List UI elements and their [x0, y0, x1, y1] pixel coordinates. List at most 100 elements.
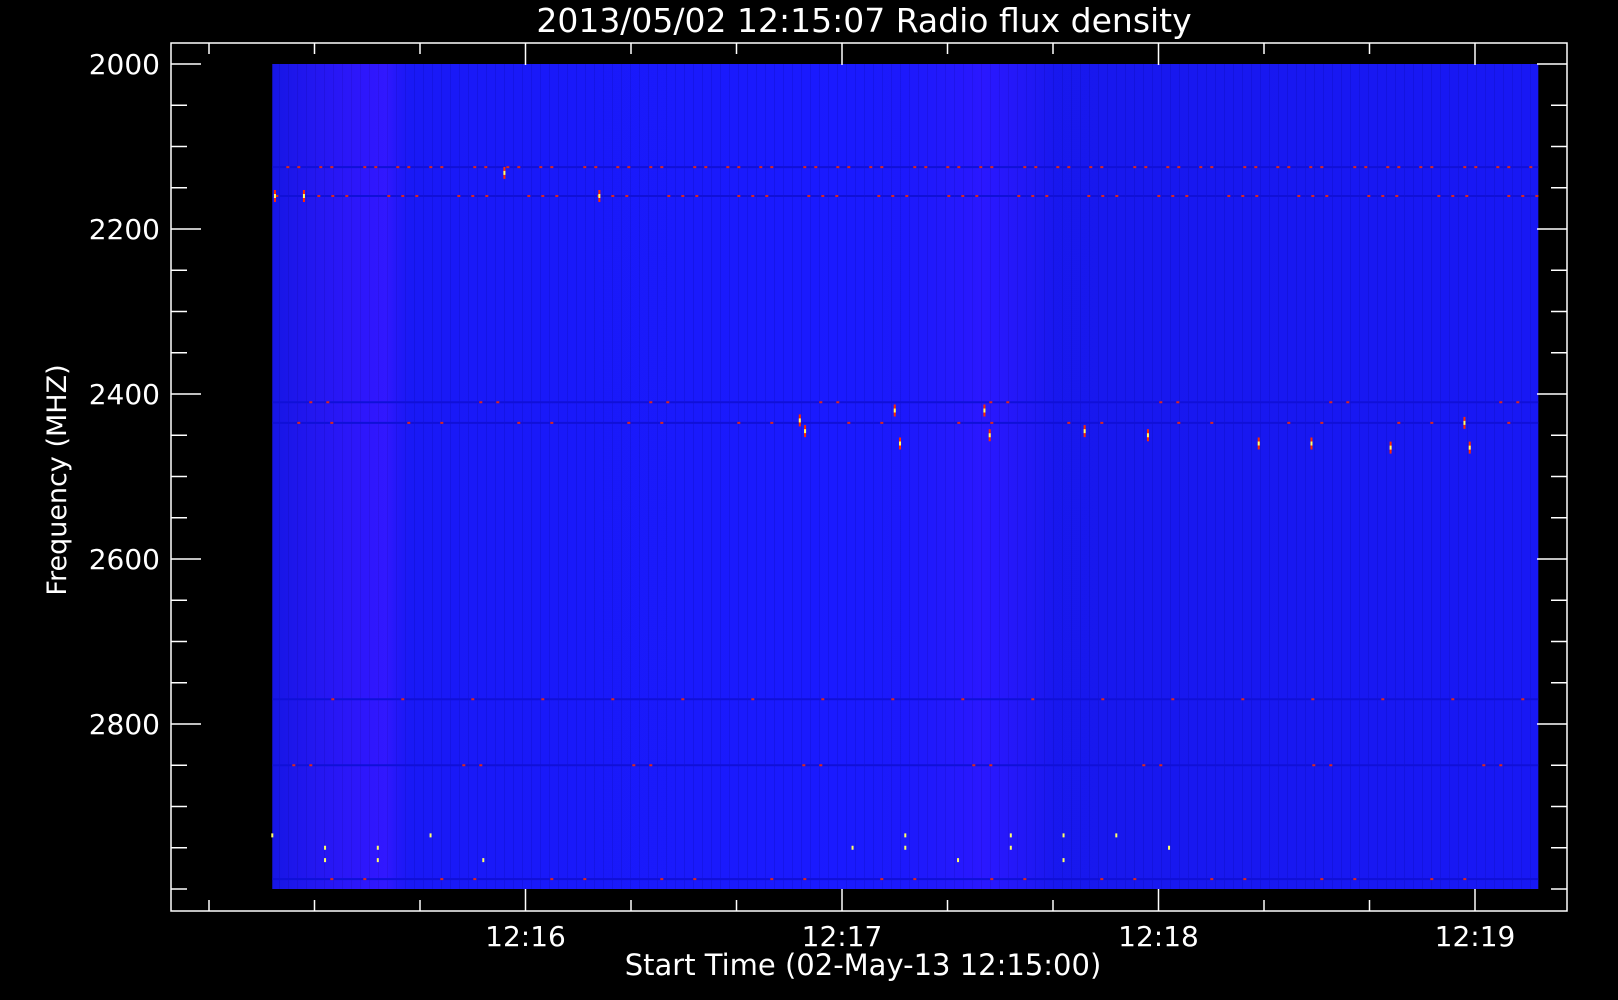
band-dot	[957, 421, 961, 424]
band-dot	[1056, 166, 1060, 169]
band-dot	[440, 878, 444, 881]
band-dot	[331, 195, 335, 197]
band-dot	[1115, 195, 1119, 197]
low-band-dot	[1009, 833, 1012, 838]
band-dot	[292, 764, 296, 767]
band-dot	[1325, 195, 1329, 197]
band-dot	[387, 195, 391, 197]
band-dot	[891, 195, 895, 197]
band-dot	[297, 421, 301, 424]
band-dot	[611, 698, 615, 701]
band-dot	[667, 195, 671, 197]
band-dot	[1437, 195, 1441, 197]
band-dot	[1496, 166, 1500, 169]
burst-core	[503, 170, 506, 175]
band-dot	[1144, 166, 1148, 169]
band-dot	[583, 166, 587, 169]
band-dot	[550, 166, 554, 169]
band-dot	[819, 764, 823, 767]
band-dot	[1210, 166, 1214, 169]
band-dot	[1133, 166, 1137, 169]
band-dot	[704, 166, 708, 169]
band-dot	[471, 698, 475, 701]
band-dot	[814, 166, 818, 169]
low-band-dot	[1009, 845, 1012, 850]
band-dot	[989, 401, 993, 404]
band-dot	[880, 166, 884, 169]
band-dot	[681, 195, 685, 197]
band-dot	[979, 166, 983, 169]
band-dot	[649, 764, 653, 767]
band-dot	[1451, 698, 1455, 701]
low-band-dot	[957, 858, 960, 863]
band-dot	[1185, 195, 1189, 197]
band-dot	[1329, 764, 1333, 767]
band-line	[272, 878, 1539, 881]
band-dot	[1100, 421, 1104, 424]
band-dot	[1507, 421, 1511, 424]
band-dot	[594, 166, 598, 169]
band-dot	[1395, 195, 1399, 197]
band-dot	[1482, 764, 1486, 767]
band-dot	[517, 421, 521, 424]
band-dot	[1516, 401, 1520, 404]
band-dot	[877, 195, 881, 197]
band-dot	[924, 166, 928, 169]
band-dot	[975, 195, 979, 197]
band-dot	[1535, 195, 1539, 197]
band-dot	[802, 764, 806, 767]
low-band-dot	[851, 845, 854, 850]
band-dot	[462, 764, 466, 767]
band-dot	[836, 166, 840, 169]
band-dot	[737, 166, 741, 169]
band-dot	[473, 878, 477, 881]
band-dot	[695, 195, 699, 197]
low-band-dot	[1062, 833, 1065, 838]
band-dot	[415, 195, 419, 197]
band-dot	[990, 421, 994, 424]
band-dot	[1287, 421, 1291, 424]
x-tick-label: 12:18	[1118, 920, 1199, 953]
band-dot	[363, 166, 367, 169]
band-dot	[1430, 421, 1434, 424]
band-dot	[1177, 166, 1181, 169]
band-dot	[317, 195, 321, 197]
band-dot	[407, 166, 411, 169]
band-dot	[457, 195, 461, 197]
spectrogram-chart: 12:16 12:17 12:18 12:19 2000220024002600280…	[42, 1, 1568, 982]
band-dot	[880, 878, 884, 881]
band-dot	[660, 166, 664, 169]
band-dot	[1320, 166, 1324, 169]
band-dot	[1521, 698, 1525, 701]
burst-core	[983, 408, 986, 413]
band-dot	[803, 166, 807, 169]
band-dot	[506, 166, 510, 169]
band-dot	[374, 166, 378, 169]
band-line	[272, 421, 1539, 424]
low-band-dot	[324, 845, 327, 850]
band-dot	[1142, 764, 1146, 767]
band-dot	[1199, 166, 1203, 169]
band-dot	[1034, 166, 1038, 169]
band-dot	[880, 421, 884, 424]
band-dot	[1100, 166, 1104, 169]
low-band-dot	[1062, 858, 1065, 863]
burst-core	[273, 194, 276, 198]
band-dot	[869, 166, 873, 169]
burst-core	[1389, 445, 1392, 450]
chart-title: 2013/05/02 12:15:07 Radio flux density	[536, 1, 1191, 40]
band-dot	[1243, 878, 1247, 881]
band-dot	[309, 764, 313, 767]
band-dot	[1297, 195, 1301, 197]
band-dot	[957, 166, 961, 169]
band-dot	[1159, 401, 1163, 404]
band-dot	[803, 878, 807, 881]
band-dot	[1312, 764, 1316, 767]
band-dot	[1276, 166, 1280, 169]
band-dot	[807, 195, 811, 197]
low-band-dot	[1168, 845, 1171, 850]
band-dot	[550, 421, 554, 424]
band-dot	[1499, 764, 1503, 767]
band-dot	[473, 166, 477, 169]
band-dot	[1133, 878, 1137, 881]
